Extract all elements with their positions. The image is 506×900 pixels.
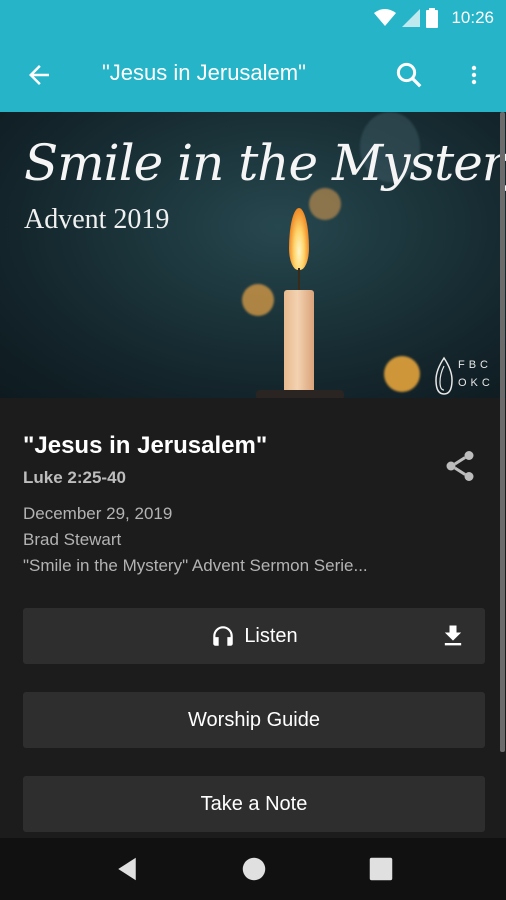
nav-recents-icon[interactable] xyxy=(366,854,396,884)
church-logo: FBC OKC xyxy=(432,356,496,396)
bokeh-light xyxy=(384,356,420,392)
app-bar: "Jesus in Jerusalem" xyxy=(0,36,506,112)
sermon-series: "Smile in the Mystery" Advent Sermon Ser… xyxy=(23,556,368,575)
back-arrow-icon[interactable] xyxy=(24,60,54,90)
sermon-speaker: Brad Stewart xyxy=(23,530,122,549)
worship-guide-label: Worship Guide xyxy=(188,708,320,731)
candle-flame xyxy=(289,208,309,270)
share-icon[interactable] xyxy=(442,448,478,484)
listen-label: Listen xyxy=(244,624,298,647)
more-vert-icon[interactable] xyxy=(462,60,486,90)
status-bar: 10:26 xyxy=(0,0,506,36)
system-nav-bar xyxy=(0,838,506,900)
scrollbar[interactable] xyxy=(500,112,505,752)
app-bar-title: "Jesus in Jerusalem" xyxy=(102,60,306,85)
take-note-button[interactable]: Take a Note xyxy=(23,776,485,832)
status-icons xyxy=(374,8,438,28)
candle-wick xyxy=(298,268,300,290)
candle-holder xyxy=(256,390,344,398)
take-note-label: Take a Note xyxy=(200,792,308,815)
bokeh-light xyxy=(242,284,274,316)
candle xyxy=(284,290,314,398)
bokeh-light xyxy=(309,188,341,220)
sermon-scripture: Luke 2:25-40 xyxy=(23,468,126,487)
search-icon[interactable] xyxy=(394,60,424,90)
battery-icon xyxy=(426,8,438,28)
sermon-details: "Jesus in Jerusalem" Luke 2:25-40 Decemb… xyxy=(0,398,506,838)
signal-icon xyxy=(402,9,420,27)
steeple-icon xyxy=(435,356,453,395)
worship-guide-button[interactable]: Worship Guide xyxy=(23,692,485,748)
nav-home-icon[interactable] xyxy=(239,854,269,884)
artwork-title: Smile in the Mystery xyxy=(24,134,506,192)
nav-back-icon[interactable] xyxy=(112,854,142,884)
sermon-title: "Jesus in Jerusalem" xyxy=(23,432,268,459)
sermon-artwork: Smile in the Mystery Advent 2019 FBC OKC xyxy=(0,112,506,398)
listen-button[interactable]: Listen xyxy=(23,608,485,664)
headphones-icon xyxy=(213,626,234,646)
artwork-subtitle: Advent 2019 xyxy=(24,204,170,235)
download-icon[interactable] xyxy=(439,622,467,650)
status-time: 10:26 xyxy=(451,8,494,27)
sermon-date: December 29, 2019 xyxy=(23,504,173,523)
logo-text: FBC OKC xyxy=(458,359,494,389)
wifi-icon xyxy=(374,9,396,26)
